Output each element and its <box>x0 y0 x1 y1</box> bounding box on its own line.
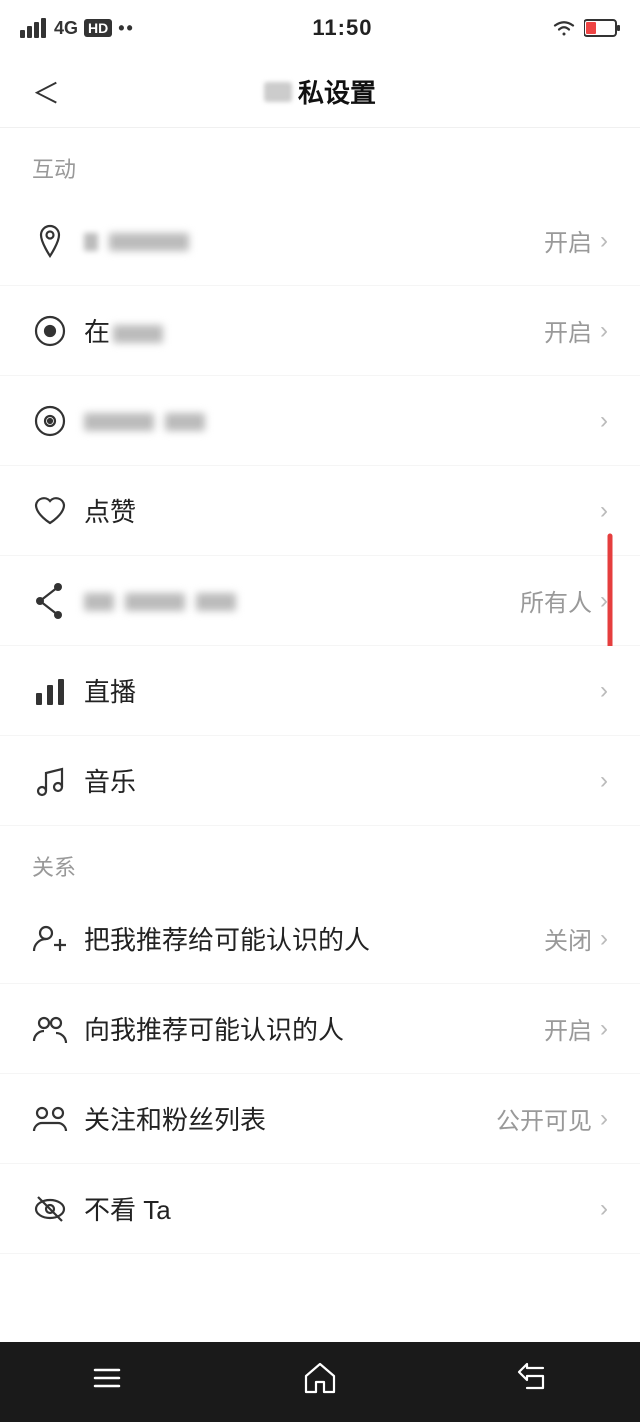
list-item-recommend-me[interactable]: 把我推荐给可能认识的人 关闭 › <box>0 894 640 984</box>
no-see-chevron: › <box>600 1195 608 1223</box>
view-right: › <box>596 407 608 435</box>
recommend-others-value: 开启 <box>544 1011 592 1046</box>
follow-fans-value: 公开可见 <box>496 1101 592 1136</box>
circle-dot-icon <box>32 313 84 349</box>
no-see-right: › <box>596 1195 608 1223</box>
nav-menu-button[interactable] <box>67 1348 147 1408</box>
status-right <box>550 18 620 38</box>
list-item-status[interactable]: 在 开启 › <box>0 286 640 376</box>
nav-home-button[interactable] <box>280 1348 360 1408</box>
page-title: 私设置 <box>264 73 376 110</box>
location-icon <box>32 223 84 259</box>
location-text <box>84 225 189 256</box>
wifi-icon <box>550 18 578 38</box>
like-content: 点赞 <box>84 492 596 529</box>
status-left: 4G HD •• <box>20 18 135 39</box>
live-content: 直播 <box>84 672 596 709</box>
location-chevron: › <box>600 227 608 255</box>
view-text <box>84 405 205 436</box>
recommend-me-right: 关闭 › <box>544 921 608 956</box>
header: ＜ 私设置 <box>0 56 640 128</box>
list-item-recommend-others[interactable]: 向我推荐可能认识的人 开启 › <box>0 984 640 1074</box>
music-content: 音乐 <box>84 762 596 799</box>
no-see-content: 不看 Ta <box>84 1190 596 1227</box>
status-chevron: › <box>600 317 608 345</box>
share-content <box>84 585 520 616</box>
like-text: 点赞 <box>84 492 136 529</box>
battery-icon <box>584 18 620 38</box>
status-text: 在 <box>84 312 166 349</box>
music-icon <box>32 763 84 799</box>
content-wrapper: 互动 开启 › 在 <box>0 128 640 1354</box>
share-text <box>84 585 236 616</box>
list-item-music[interactable]: 音乐 › <box>0 736 640 826</box>
recommend-others-content: 向我推荐可能认识的人 <box>84 1010 544 1047</box>
recommend-me-text: 把我推荐给可能认识的人 <box>84 920 370 957</box>
follow-fans-chevron: › <box>600 1105 608 1133</box>
heart-icon <box>32 493 84 529</box>
share-right: 所有人 › <box>520 583 608 618</box>
share-value: 所有人 <box>520 583 592 618</box>
follow-fans-text: 关注和粉丝列表 <box>84 1100 266 1137</box>
person-add-icon <box>32 921 84 957</box>
no-see-icon <box>32 1191 84 1227</box>
music-chevron: › <box>600 767 608 795</box>
like-right: › <box>596 497 608 525</box>
location-right: 开启 › <box>544 223 608 258</box>
group-icon <box>32 1101 84 1137</box>
dots-icon: •• <box>118 18 135 39</box>
list-item-location[interactable]: 开启 › <box>0 196 640 286</box>
signal-icon <box>20 18 48 38</box>
follow-fans-right: 公开可见 › <box>496 1101 608 1136</box>
nav-back-button[interactable] <box>493 1348 573 1408</box>
music-right: › <box>596 767 608 795</box>
live-text: 直播 <box>84 672 136 709</box>
list-item-view[interactable]: › <box>0 376 640 466</box>
signal-text: 4G <box>54 18 78 39</box>
like-chevron: › <box>600 497 608 525</box>
eye-icon <box>32 403 84 439</box>
view-content <box>84 405 596 436</box>
status-right: 开启 › <box>544 313 608 348</box>
section-interaction-label: 互动 <box>0 128 640 196</box>
back-button[interactable]: ＜ <box>24 64 68 120</box>
persons-icon <box>32 1011 84 1047</box>
section-relationship-label: 关系 <box>0 826 640 894</box>
music-text: 音乐 <box>84 762 136 799</box>
follow-fans-content: 关注和粉丝列表 <box>84 1100 496 1137</box>
recommend-me-value: 关闭 <box>544 921 592 956</box>
bar-chart-icon <box>32 673 84 709</box>
bottom-nav <box>0 1342 640 1422</box>
location-status: 开启 <box>544 223 592 258</box>
title-text: 私设置 <box>298 73 376 110</box>
status-content: 在 <box>84 312 544 349</box>
list-item-like[interactable]: 点赞 › <box>0 466 640 556</box>
recommend-me-chevron: › <box>600 925 608 953</box>
hd-badge: HD <box>84 19 112 37</box>
live-chevron: › <box>600 677 608 705</box>
share-icon <box>32 583 84 619</box>
status-value: 开启 <box>544 313 592 348</box>
share-chevron: › <box>600 587 608 615</box>
view-chevron: › <box>600 407 608 435</box>
status-bar: 4G HD •• 11:50 <box>0 0 640 56</box>
recommend-me-content: 把我推荐给可能认识的人 <box>84 920 544 957</box>
recommend-others-chevron: › <box>600 1015 608 1043</box>
live-right: › <box>596 677 608 705</box>
status-time: 11:50 <box>312 15 372 41</box>
no-see-text: 不看 Ta <box>84 1190 171 1227</box>
title-blur <box>264 82 292 102</box>
location-content <box>84 225 544 256</box>
list-item-no-see[interactable]: 不看 Ta › <box>0 1164 640 1254</box>
list-item-follow-fans[interactable]: 关注和粉丝列表 公开可见 › <box>0 1074 640 1164</box>
recommend-others-right: 开启 › <box>544 1011 608 1046</box>
list-item-share[interactable]: 所有人 › <box>0 556 640 646</box>
list-item-live[interactable]: 直播 › <box>0 646 640 736</box>
recommend-others-text: 向我推荐可能认识的人 <box>84 1010 344 1047</box>
